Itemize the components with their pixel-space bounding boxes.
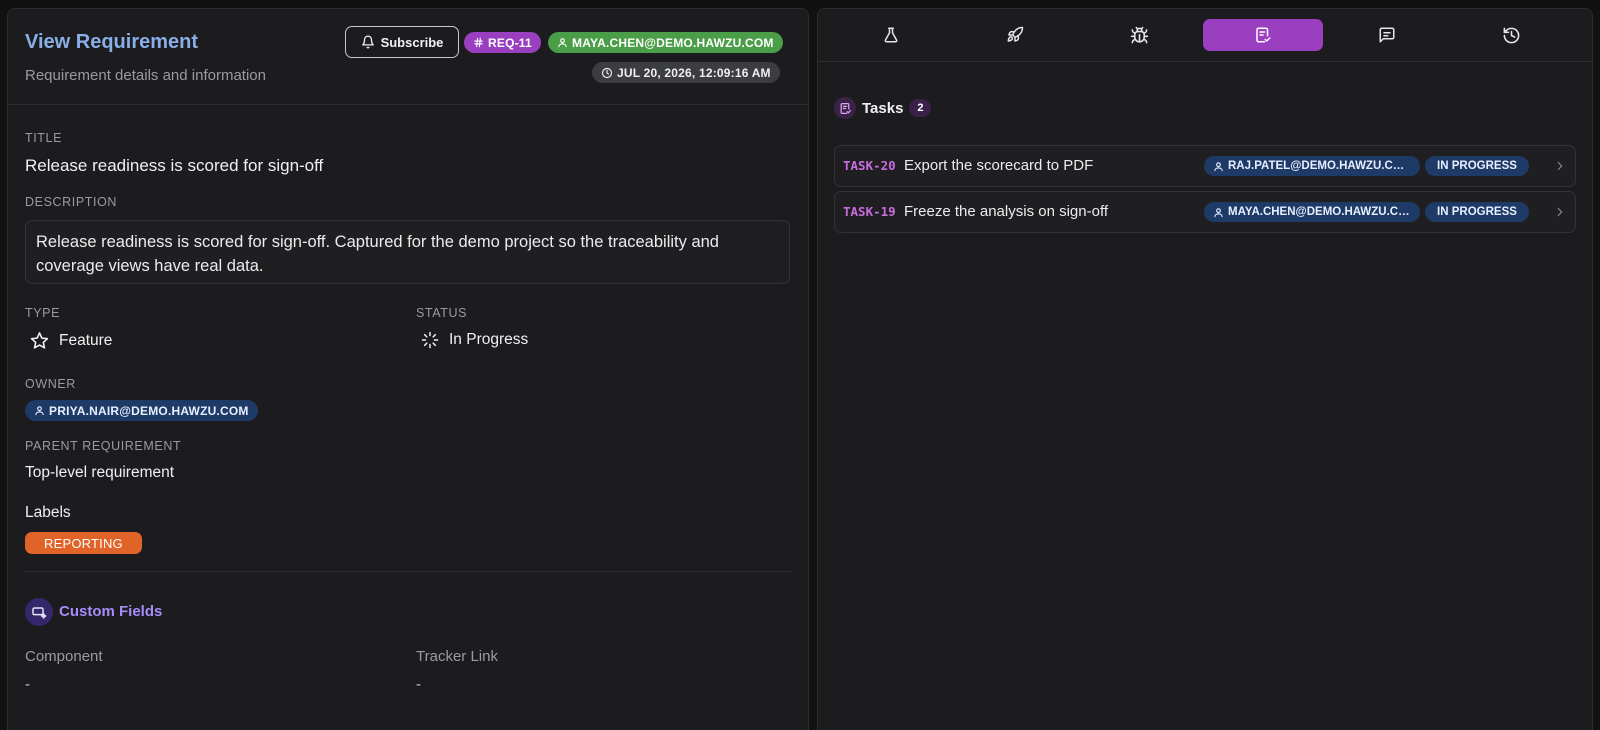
tasks-header: Tasks 2 <box>834 97 932 119</box>
task-row[interactable]: TASK-19 Freeze the analysis on sign-off … <box>834 191 1576 233</box>
tracker-link-label: Tracker Link <box>416 648 498 665</box>
task-name: Export the scorecard to PDF <box>904 157 1094 174</box>
parent-requirement-label: PARENT REQUIREMENT <box>25 439 182 453</box>
task-assignee: MAYA.CHEN@DEMO.HAWZU.COM <box>1228 206 1411 218</box>
task-name: Freeze the analysis on sign-off <box>904 203 1109 220</box>
description-value: Release readiness is scored for sign-off… <box>25 220 790 284</box>
task-id: TASK-20 <box>843 158 896 173</box>
title-label: TITLE <box>25 131 63 145</box>
chevron-right-icon <box>1553 205 1567 219</box>
creator-email: MAYA.CHEN@DEMO.HAWZU.COM <box>572 35 774 50</box>
component-value: - <box>25 676 30 693</box>
user-icon <box>1213 207 1224 218</box>
requirement-id-badge: REQ-11 <box>464 32 541 53</box>
task-assignee-badge: MAYA.CHEN@DEMO.HAWZU.COM <box>1204 202 1420 222</box>
task-list-icon <box>1254 26 1272 44</box>
parent-requirement-value: Top-level requirement <box>25 464 175 481</box>
star-icon <box>30 331 49 350</box>
subscribe-button[interactable]: Subscribe <box>345 26 459 58</box>
bell-icon <box>361 35 375 49</box>
section-divider <box>25 571 793 572</box>
tab-bar <box>818 9 1592 62</box>
owner-badge: PRIYA.NAIR@DEMO.HAWZU.COM <box>25 400 258 421</box>
task-status-badge: IN PROGRESS <box>1425 202 1529 222</box>
tracker-link-value: - <box>416 676 421 693</box>
custom-fields-icon <box>25 598 53 626</box>
tasks-title: Tasks <box>862 99 904 117</box>
requirement-id: REQ-11 <box>488 35 532 50</box>
task-status-badge: IN PROGRESS <box>1425 156 1529 176</box>
description-label: DESCRIPTION <box>25 195 118 209</box>
clock-icon <box>601 67 613 79</box>
task-id: TASK-19 <box>843 204 896 219</box>
page-subtitle: Requirement details and information <box>25 67 266 84</box>
tab-tasks[interactable] <box>1203 19 1323 51</box>
requirement-detail-panel: View Requirement Requirement details and… <box>7 8 809 730</box>
component-label: Component <box>25 648 103 665</box>
tab-comments[interactable] <box>1327 19 1447 51</box>
related-items-panel: Tasks 2 TASK-20 Export the scorecard to … <box>817 8 1593 730</box>
task-row[interactable]: TASK-20 Export the scorecard to PDF RAJ.… <box>834 145 1576 187</box>
task-assignee-badge: RAJ.PATEL@DEMO.HAWZU.COM <box>1204 156 1420 176</box>
labels-heading: Labels <box>25 504 71 521</box>
user-icon <box>34 405 45 416</box>
page-title: View Requirement <box>25 31 199 53</box>
tab-tests[interactable] <box>831 19 951 51</box>
title-value: Release readiness is scored for sign-off <box>25 156 324 175</box>
chevron-right-icon <box>1553 159 1567 173</box>
tab-releases[interactable] <box>955 19 1075 51</box>
type-label: TYPE <box>25 306 61 320</box>
tab-defects[interactable] <box>1079 19 1199 51</box>
type-value: Feature <box>59 331 113 349</box>
tasks-count-badge: 2 <box>909 99 932 117</box>
task-list-icon <box>834 97 856 119</box>
created-at: JUL 20, 2026, 12:09:16 AM <box>617 65 771 80</box>
creator-badge: MAYA.CHEN@DEMO.HAWZU.COM <box>548 32 783 53</box>
tab-history[interactable] <box>1451 19 1571 51</box>
requirement-header: View Requirement Requirement details and… <box>8 9 808 105</box>
subscribe-label: Subscribe <box>380 34 444 50</box>
user-icon <box>557 37 568 48</box>
bug-icon <box>1130 26 1149 45</box>
rocket-icon <box>1006 26 1024 44</box>
task-assignee: RAJ.PATEL@DEMO.HAWZU.COM <box>1228 160 1411 172</box>
owner-label: OWNER <box>25 377 76 391</box>
comment-icon <box>1378 26 1396 44</box>
status-label: STATUS <box>416 306 468 320</box>
user-icon <box>1213 161 1224 172</box>
flask-icon <box>882 26 900 44</box>
type-field: Feature <box>30 331 112 350</box>
owner-email: PRIYA.NAIR@DEMO.HAWZU.COM <box>49 403 249 418</box>
history-icon <box>1502 26 1521 45</box>
custom-fields-title: Custom Fields <box>59 603 163 620</box>
status-field: In Progress <box>421 331 528 349</box>
created-at-badge: JUL 20, 2026, 12:09:16 AM <box>592 62 780 83</box>
loader-icon <box>421 331 439 349</box>
label-tag[interactable]: REPORTING <box>25 532 142 554</box>
hash-icon <box>473 37 484 48</box>
status-value: In Progress <box>449 331 529 348</box>
